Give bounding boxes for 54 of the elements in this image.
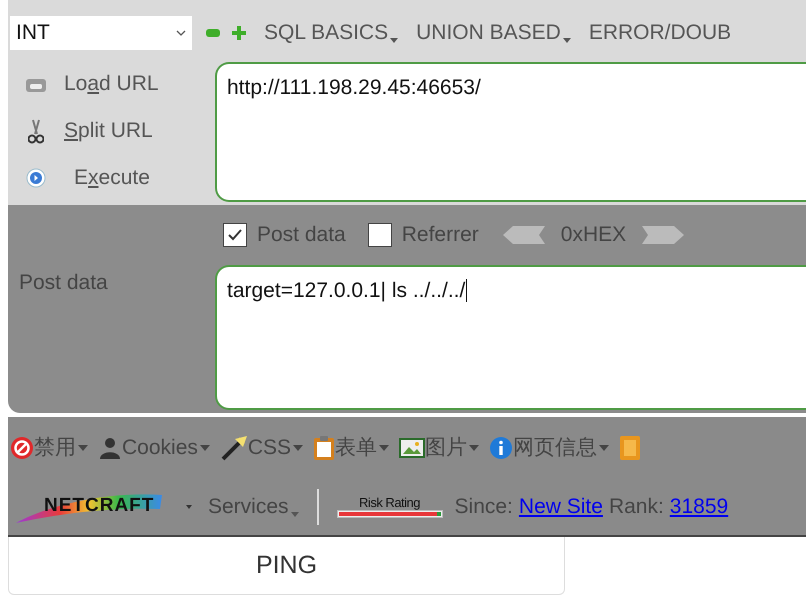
hex-label: 0xHEX [560,222,626,248]
checkbox[interactable] [223,223,247,247]
chevron-icon [176,30,186,36]
checkbox-label[interactable]: Referrer [402,219,479,251]
ping-button[interactable]: PING [8,537,565,595]
site-link[interactable]: New Site [518,491,603,523]
left-arrow-icon[interactable] [500,224,547,246]
caret-icon [390,38,398,43]
risk-rating-meter: Risk Rating [336,496,443,518]
picture-frame-icon [399,438,426,458]
plus-icon[interactable] [232,26,246,40]
toolbar-button[interactable]: 禁用 [10,432,88,464]
post-data-label: Post data [19,271,108,294]
checkbox[interactable] [368,223,392,247]
wand-icon [220,434,248,462]
action-button[interactable]: Split URL [64,114,153,146]
rank-label: Rank: [608,494,664,520]
play-icon [26,168,46,188]
caret-icon [78,445,88,451]
menu-button[interactable]: ERROR/DOUB [588,17,732,49]
services-button[interactable]: Services [208,491,299,523]
dropdown-icon[interactable] [186,505,192,509]
toolbar-button[interactable]: 表单 [313,432,390,464]
url-field[interactable]: http://111.198.29.45:46653/ [215,62,806,202]
caret-icon [469,445,480,451]
action-button[interactable]: Execute [74,162,150,194]
caret-icon [293,445,304,451]
caret-icon [379,445,390,451]
action-button[interactable]: Load URL [64,68,159,100]
info-icon [489,436,514,460]
type-select[interactable]: INT [10,16,192,50]
caret-icon [200,445,210,451]
menu-button[interactable]: SQL BASICS [264,17,398,49]
minus-icon[interactable] [206,29,220,37]
toolbar-button[interactable]: 网页信息 [489,432,610,464]
toolbar-button[interactable] [619,435,642,461]
checkbox-label[interactable]: Post data [257,219,346,251]
since-label: Since: [454,494,513,520]
caret-icon [562,38,571,43]
check-icon [227,228,243,242]
caret-icon [290,512,299,517]
caret-icon [599,445,610,451]
toolbar-button[interactable]: 图片 [399,432,480,464]
toolbar-button[interactable]: CSS [220,432,304,464]
post-data-field[interactable]: target=127.0.0.1| ls ../../../ [215,265,806,410]
menu-button[interactable]: UNION BASED [416,17,571,49]
toolbar-button[interactable]: Cookies [98,432,210,464]
person-icon [98,436,122,460]
clipboard-icon [313,435,336,461]
prohibited-icon [10,436,34,460]
rank-link[interactable]: 31859 [670,491,728,523]
right-arrow-icon[interactable] [640,224,686,246]
book-icon [619,435,642,461]
scissors-icon [28,118,44,144]
